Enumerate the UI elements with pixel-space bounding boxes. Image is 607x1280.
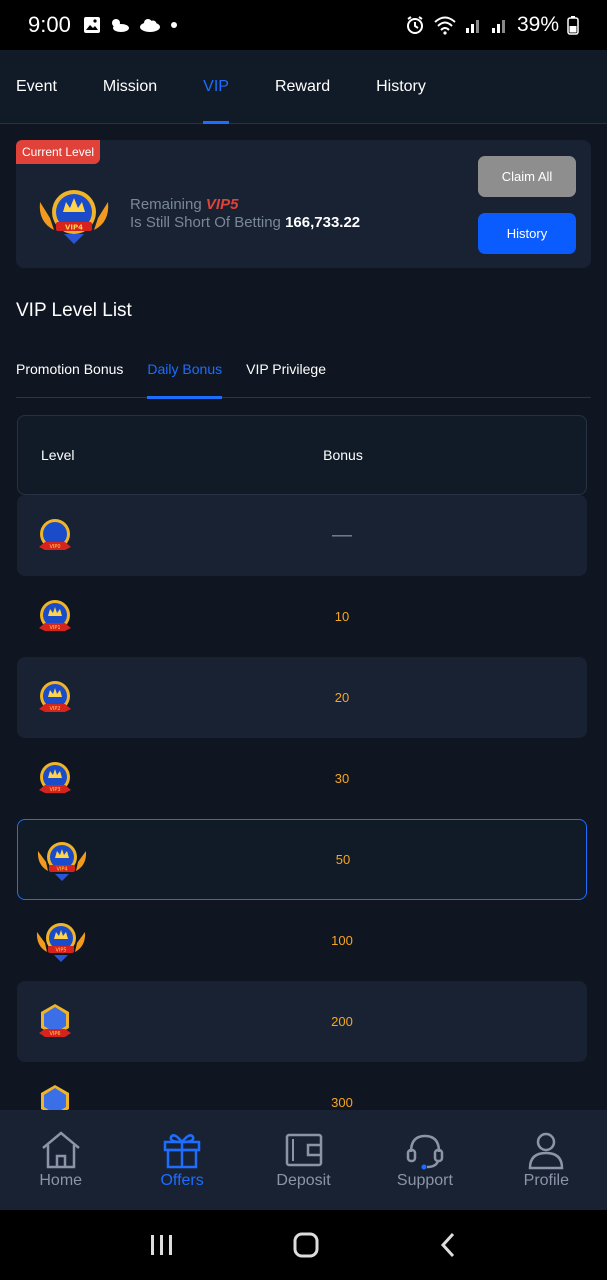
wifi-icon <box>434 16 456 35</box>
svg-text:VIP4: VIP4 <box>56 866 67 872</box>
vip3-emblem-icon: VIP3 <box>39 761 71 793</box>
tab-daily-bonus[interactable]: Daily Bonus <box>147 340 222 399</box>
bonus-value: — <box>332 524 352 546</box>
signal-icon <box>465 20 479 33</box>
vip-level-table: Level Bonus VIP0 — VIP1 10 VIP2 20 VIP3 … <box>17 415 587 1143</box>
nav-offers-label: Offers <box>160 1172 204 1189</box>
table-row[interactable]: VIP3 30 <box>17 738 587 819</box>
tab-vip[interactable]: VIP <box>203 50 229 124</box>
svg-text:VIP1: VIP1 <box>49 625 60 631</box>
gallery-icon <box>83 17 100 33</box>
table-row[interactable]: VIP2 20 <box>17 657 587 738</box>
vip4-emblem-icon: VIP4 <box>37 841 87 881</box>
svg-text:VIP2: VIP2 <box>49 706 60 712</box>
vip6-emblem-icon: VIP6 <box>39 1003 71 1037</box>
nav-support[interactable]: Support <box>364 1110 485 1210</box>
tab-mission[interactable]: Mission <box>103 50 157 124</box>
bonus-value: 100 <box>331 933 353 948</box>
bonus-value: 50 <box>335 852 351 867</box>
current-level-card: Current Level VIP4 Remaining VIP5 Is Sti… <box>16 140 591 268</box>
signal-icon-2 <box>491 20 505 33</box>
next-level-label: VIP5 <box>205 196 239 213</box>
nav-profile[interactable]: Profile <box>486 1110 607 1210</box>
tab-event[interactable]: Event <box>16 50 57 124</box>
vip4-emblem-icon: VIP4 <box>39 190 109 244</box>
gift-icon <box>163 1134 201 1169</box>
status-bar: 9:00 39% <box>0 0 607 50</box>
tab-reward[interactable]: Reward <box>275 50 330 124</box>
weather-icon <box>111 19 129 32</box>
svg-text:VIP5: VIP5 <box>55 947 66 953</box>
nav-support-label: Support <box>396 1172 453 1189</box>
remaining-label: Remaining <box>130 196 202 213</box>
table-row[interactable]: VIP5 100 <box>17 900 587 981</box>
alarm-icon <box>406 16 423 34</box>
nav-deposit[interactable]: Deposit <box>243 1110 364 1210</box>
svg-text:VIP0: VIP0 <box>49 544 60 550</box>
tab-vip-privilege[interactable]: VIP Privilege <box>246 340 326 398</box>
notification-dot-icon <box>170 22 177 28</box>
vip1-emblem-icon: VIP1 <box>39 599 71 631</box>
battery-percent: 39% <box>516 13 559 36</box>
back-icon[interactable] <box>438 1231 458 1259</box>
history-button[interactable]: History <box>478 213 576 254</box>
short-betting-label: Is Still Short Of Betting <box>130 214 281 231</box>
table-row[interactable]: VIP6 200 <box>17 981 587 1062</box>
table-row[interactable]: VIP1 10 <box>17 576 587 657</box>
cloud-icon <box>139 19 160 32</box>
table-row[interactable]: VIP0 — <box>17 495 587 576</box>
status-time: 9:00 <box>28 12 71 37</box>
headset-icon <box>406 1134 444 1170</box>
profile-icon <box>529 1132 564 1170</box>
sub-tab-bar: Promotion Bonus Daily Bonus VIP Privileg… <box>16 340 591 399</box>
nav-deposit-label: Deposit <box>276 1172 331 1189</box>
battery-icon <box>567 16 579 35</box>
current-level-badge: Current Level <box>16 140 101 164</box>
table-row-current-level[interactable]: VIP4 50 <box>17 819 587 900</box>
vip5-emblem-icon: VIP5 <box>36 922 86 962</box>
bonus-value: 30 <box>334 771 350 786</box>
nav-profile-label: Profile <box>523 1172 569 1189</box>
nav-offers[interactable]: Offers <box>121 1110 242 1210</box>
svg-text:VIP3: VIP3 <box>49 787 60 793</box>
svg-text:VIP6: VIP6 <box>49 1031 60 1037</box>
tab-promotion-bonus[interactable]: Promotion Bonus <box>16 340 123 398</box>
system-nav-bar <box>0 1210 607 1280</box>
wallet-icon <box>285 1133 322 1167</box>
bonus-column-header: Bonus <box>323 447 363 463</box>
bonus-value: 300 <box>331 1095 353 1110</box>
nav-home-label: Home <box>39 1172 83 1189</box>
home-icon <box>41 1131 80 1169</box>
level-column-header: Level <box>41 447 75 463</box>
tab-history[interactable]: History <box>376 50 426 124</box>
recent-apps-icon[interactable] <box>149 1233 175 1257</box>
bonus-value: 200 <box>331 1014 353 1029</box>
home-button-icon[interactable] <box>292 1231 320 1259</box>
svg-text:VIP4: VIP4 <box>65 224 83 232</box>
top-tab-bar: Event Mission VIP Reward History <box>0 50 607 124</box>
bonus-value: 20 <box>334 690 350 705</box>
vip0-emblem-icon: VIP0 <box>39 518 71 550</box>
bottom-nav: Home Offers Deposit Support Profile <box>0 1110 607 1210</box>
claim-all-button[interactable]: Claim All <box>478 156 576 197</box>
bonus-value: 10 <box>334 609 350 624</box>
nav-home[interactable]: Home <box>0 1110 121 1210</box>
vip2-emblem-icon: VIP2 <box>39 680 71 712</box>
remaining-amount: 166,733.22 <box>285 214 361 231</box>
table-header: Level Bonus <box>17 415 587 495</box>
section-title: VIP Level List <box>16 300 132 321</box>
